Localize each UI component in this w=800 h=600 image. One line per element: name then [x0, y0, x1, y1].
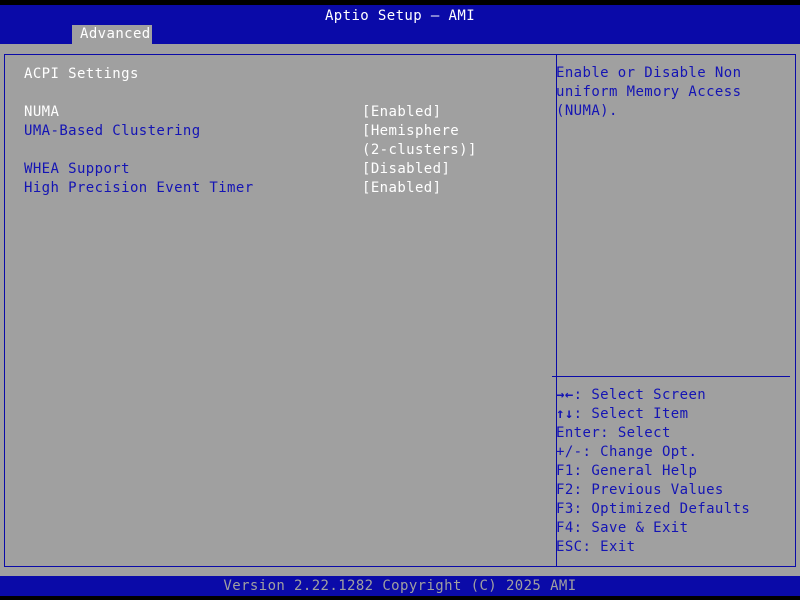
setting-label: NUMA — [24, 104, 60, 120]
key-help-key: F1 — [556, 463, 574, 479]
key-help-key: F3 — [556, 501, 574, 517]
title-bar: Aptio Setup – AMI Advanced — [0, 0, 800, 44]
key-help-item: F1: General Help — [556, 462, 788, 481]
key-help-item: ↑↓: Select Item — [556, 405, 788, 424]
key-help-action: : Select — [600, 425, 671, 441]
app-title: Aptio Setup – AMI — [324, 8, 476, 24]
key-help-item: F4: Save & Exit — [556, 519, 788, 538]
key-help-key: ESC — [556, 539, 583, 555]
key-help-action: : Previous Values — [573, 482, 724, 498]
setting-label: UMA-Based Clustering — [24, 123, 201, 139]
key-help-list: →←: Select Screen ↑↓: Select Item Enter:… — [556, 386, 788, 557]
help-description: Enable or Disable Non uniform Memory Acc… — [556, 65, 742, 119]
setting-value: [Enabled] — [362, 180, 442, 196]
key-help-item: F3: Optimized Defaults — [556, 500, 788, 519]
key-help-item: F2: Previous Values — [556, 481, 788, 500]
setting-label: WHEA Support — [24, 161, 130, 177]
bios-screen: Aptio Setup – AMI Advanced ACPI Settings… — [0, 0, 800, 600]
key-help-action: : General Help — [573, 463, 698, 479]
key-help-item: +/-: Change Opt. — [556, 443, 788, 462]
key-help-action: : Optimized Defaults — [573, 501, 751, 517]
setting-label: High Precision Event Timer — [24, 180, 254, 196]
arrows-up-down-icon: ↑↓ — [556, 406, 574, 422]
key-help-action: : Select Screen — [573, 387, 707, 403]
arrows-left-right-icon: →← — [556, 387, 574, 403]
setting-value: [Enabled] — [362, 104, 442, 120]
section-title: ACPI Settings — [24, 66, 139, 82]
key-help-action: : Exit — [582, 539, 636, 555]
tab-advanced[interactable]: Advanced — [72, 25, 152, 44]
key-help-action: : Save & Exit — [573, 520, 689, 536]
version-text: Version 2.22.1282 Copyright (C) 2025 AMI — [223, 578, 577, 594]
key-help-key: +/- — [556, 444, 583, 460]
footer-bar: Version 2.22.1282 Copyright (C) 2025 AMI — [0, 576, 800, 596]
key-help-key: Enter — [556, 425, 601, 441]
bottom-edge — [0, 596, 800, 600]
key-help-item: Enter: Select — [556, 424, 788, 443]
key-help-item: →←: Select Screen — [556, 386, 788, 405]
setting-value: [Hemisphere (2-clusters)] — [362, 123, 477, 158]
help-divider — [552, 376, 790, 377]
setting-value: [Disabled] — [362, 161, 451, 177]
key-help-action: : Change Opt. — [582, 444, 698, 460]
key-help-item: ESC: Exit — [556, 538, 788, 557]
key-help-key: F4 — [556, 520, 574, 536]
key-help-key: F2 — [556, 482, 574, 498]
key-help-action: : Select Item — [573, 406, 689, 422]
